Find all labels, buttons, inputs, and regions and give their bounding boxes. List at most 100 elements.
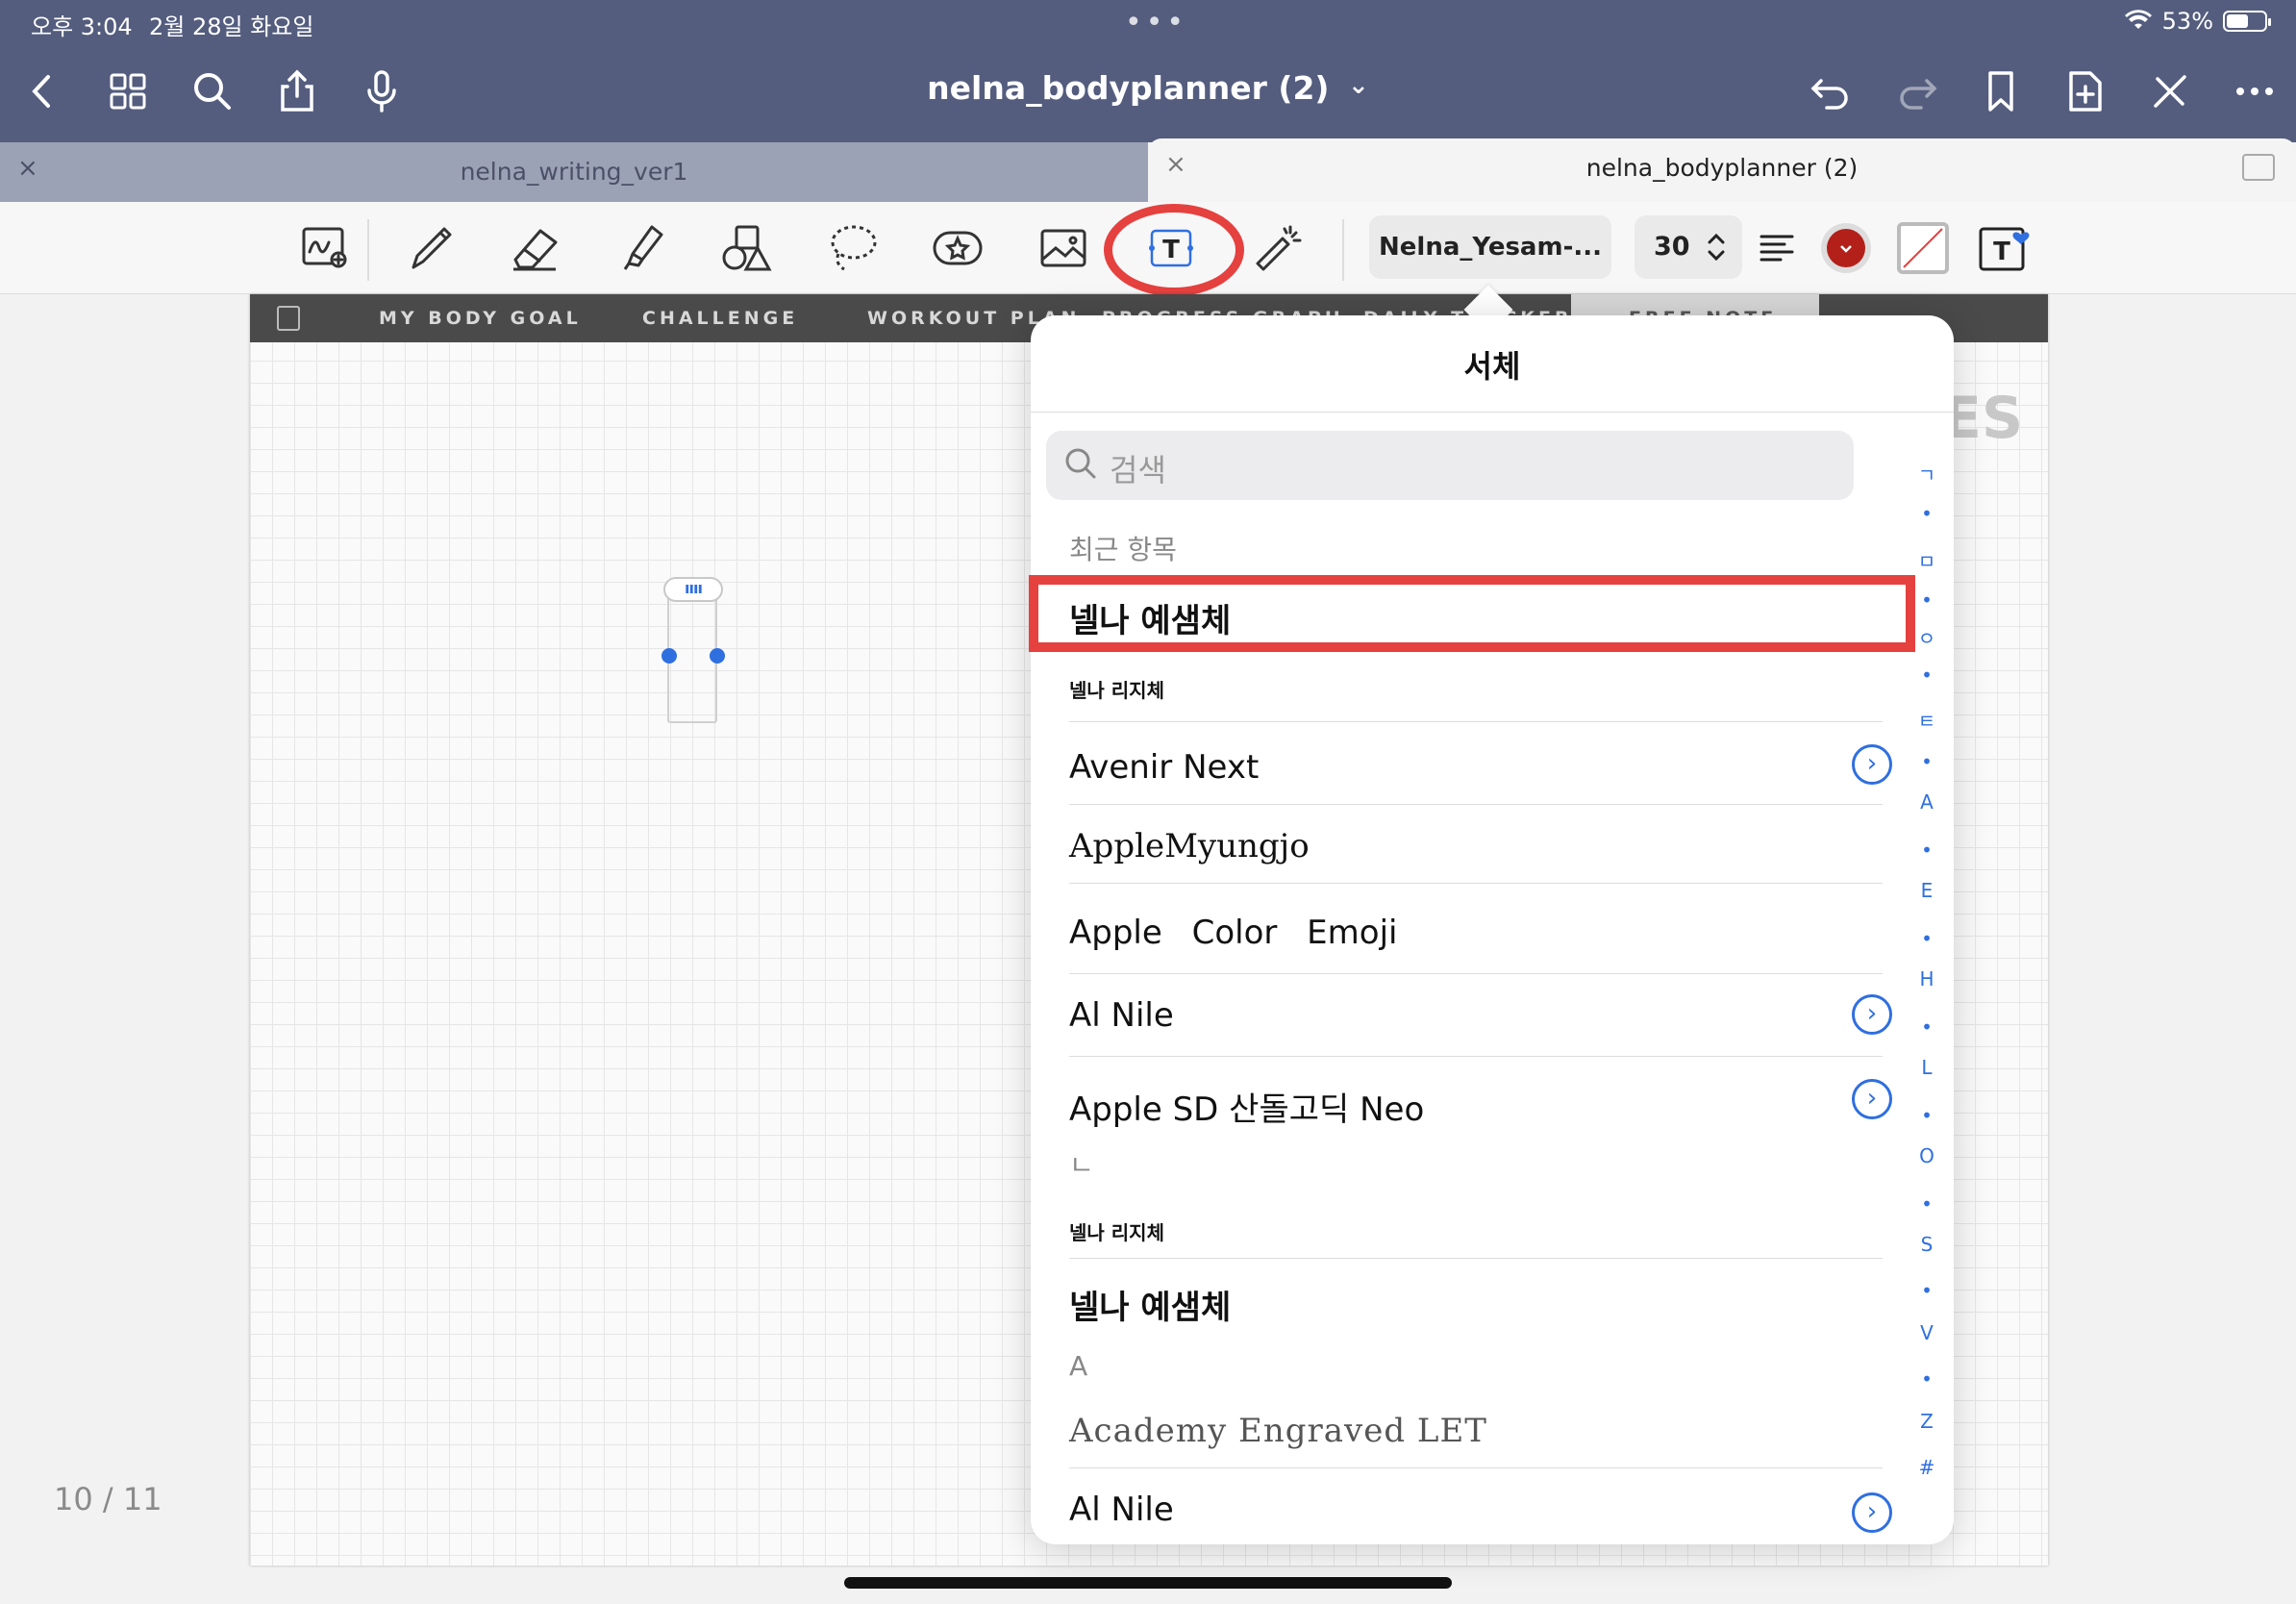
index-item[interactable]: O (1908, 1144, 1946, 1167)
split-view-icon[interactable] (2242, 154, 2275, 181)
divider (367, 219, 369, 281)
index-item[interactable]: • (1908, 750, 1946, 773)
index-item[interactable]: ㅌ (1908, 706, 1946, 734)
share-icon[interactable] (273, 67, 321, 115)
index-item[interactable]: A (1908, 790, 1946, 814)
font-row-nelna-riji[interactable]: 넬나 리지체 (1069, 1202, 1883, 1269)
add-page-icon[interactable] (2061, 67, 2109, 115)
tab-label: nelna_bodyplanner (2) (1585, 154, 1859, 182)
font-row-label: Apple SD 산돌고딕 Neo (1069, 1090, 1425, 1129)
font-row-label: 넬나 예샘체 (1069, 1289, 1232, 1327)
document-title-text[interactable]: nelna_bodyplanner (2) (927, 69, 1329, 107)
chevron-down-icon[interactable]: ⌄ (1348, 71, 1369, 100)
eraser-icon[interactable] (506, 219, 563, 277)
index-item[interactable]: ㄱ (1908, 460, 1946, 488)
index-item[interactable]: • (1908, 839, 1946, 862)
font-search-input[interactable]: 검색 (1046, 431, 1854, 500)
font-size-stepper[interactable]: 30 (1635, 215, 1742, 279)
planner-tab-challenge[interactable]: CHALLENGE (642, 308, 798, 329)
chevron-right-icon[interactable]: › (1852, 994, 1892, 1035)
index-item[interactable]: H (1908, 967, 1946, 990)
bookmark-icon[interactable] (1977, 67, 2025, 115)
status-time: 오후 3:04 (31, 13, 133, 40)
divider (1031, 412, 1954, 413)
font-row-apple-color-emoji[interactable]: Apple Color Emoji (1069, 889, 1883, 975)
index-item[interactable]: • (1908, 664, 1946, 687)
planner-tab-my-body-goal[interactable]: MY BODY GOAL (379, 308, 582, 329)
handwriting-zoom-icon[interactable] (296, 219, 354, 277)
align-left-icon[interactable] (1748, 219, 1806, 277)
status-date: 2월 28일 화요일 (149, 13, 314, 40)
index-item[interactable]: • (1908, 1015, 1946, 1039)
text-color-swatch[interactable] (1817, 219, 1875, 277)
index-item[interactable]: # (1908, 1456, 1946, 1479)
text-tool-highlight (1104, 204, 1244, 296)
text-box-drag-handle[interactable]: ıııı (663, 577, 723, 602)
pen-icon[interactable] (402, 219, 460, 277)
index-item[interactable]: V (1908, 1321, 1946, 1344)
search-icon[interactable] (188, 67, 237, 115)
chevron-right-icon[interactable]: › (1852, 1079, 1892, 1119)
notebook-icon[interactable] (277, 306, 300, 331)
font-row-nelna-riji[interactable]: 넬나 리지체 (1069, 662, 1883, 729)
text-style-icon[interactable]: T (1975, 219, 2033, 277)
divider (1069, 1258, 1883, 1259)
home-indicator[interactable] (844, 1577, 1452, 1589)
shapes-icon[interactable] (717, 219, 775, 277)
highlighter-icon[interactable] (611, 219, 669, 277)
tab-writing[interactable]: × nelna_writing_ver1 (0, 142, 1148, 202)
font-row-avenir-next[interactable]: Avenir Next (1069, 729, 1883, 806)
battery-percent: 53% (2161, 8, 2213, 35)
more-icon[interactable] (2231, 67, 2279, 115)
divider (1069, 1056, 1883, 1057)
index-item[interactable]: L (1908, 1056, 1946, 1079)
font-row-apple-myungjo[interactable]: AppleMyungjo (1069, 808, 1883, 885)
divider (1342, 219, 1344, 281)
index-item[interactable]: • (1908, 502, 1946, 525)
font-size-value: 30 (1654, 232, 1690, 262)
divider (1069, 804, 1883, 805)
index-item[interactable]: ㅁ (1908, 546, 1946, 574)
multitasking-dots[interactable]: ••• (1125, 6, 1187, 39)
tab-bodyplanner[interactable]: × nelna_bodyplanner (2) (1148, 138, 2296, 202)
undo-icon[interactable] (1808, 67, 1856, 115)
font-row-label: Al Nile (1069, 1491, 1174, 1529)
index-item[interactable]: • (1908, 927, 1946, 950)
sticker-icon[interactable] (929, 219, 986, 277)
section-header-a: A (1069, 1350, 1088, 1382)
index-item[interactable]: • (1908, 1367, 1946, 1391)
text-box-resize-handle-left[interactable] (661, 648, 677, 664)
page-counter: 10 / 11 (54, 1481, 162, 1517)
font-row-al-nile[interactable]: Al Nile (1069, 977, 1883, 1054)
microphone-icon[interactable] (358, 67, 406, 115)
selected-font-highlight (1029, 575, 1915, 652)
chevron-right-icon[interactable]: › (1852, 744, 1892, 785)
divider (1069, 721, 1883, 722)
index-item[interactable]: Z (1908, 1410, 1946, 1433)
back-icon[interactable] (19, 67, 67, 115)
fill-color-none-icon[interactable] (1894, 219, 1952, 277)
edit-off-icon[interactable] (2146, 67, 2194, 115)
image-icon[interactable] (1035, 219, 1092, 277)
index-item[interactable]: • (1908, 1104, 1946, 1127)
section-header-n: ㄴ (1069, 1149, 1094, 1181)
font-row-label: Avenir Next (1069, 748, 1260, 787)
font-selector[interactable]: Nelna_Yesam-... (1369, 215, 1611, 279)
divider (1069, 1467, 1883, 1468)
laser-pointer-icon[interactable] (1248, 219, 1306, 277)
lasso-icon[interactable] (823, 219, 881, 277)
font-row-academy-engraved[interactable]: Academy Engraved LET (1069, 1389, 1883, 1471)
text-box-resize-handle-right[interactable] (710, 648, 725, 664)
chevron-right-icon[interactable]: › (1852, 1492, 1892, 1533)
font-row-al-nile[interactable]: Al Nile (1069, 1471, 1883, 1544)
index-item[interactable]: • (1908, 1279, 1946, 1302)
font-row-label: AppleMyungjo (1069, 827, 1310, 865)
font-row-nelna-yesam[interactable]: 넬나 예샘체 (1069, 1262, 1883, 1339)
grid-view-icon[interactable] (104, 67, 152, 115)
index-item[interactable]: E (1908, 879, 1946, 902)
popover-title: 서체 (1463, 348, 1521, 385)
index-item[interactable]: S (1908, 1233, 1946, 1256)
index-item[interactable]: • (1908, 1192, 1946, 1216)
font-row-apple-sd-gothic-neo[interactable]: Apple SD 산돌고딕 Neo (1069, 1062, 1883, 1142)
redo-icon[interactable] (1892, 67, 1940, 115)
